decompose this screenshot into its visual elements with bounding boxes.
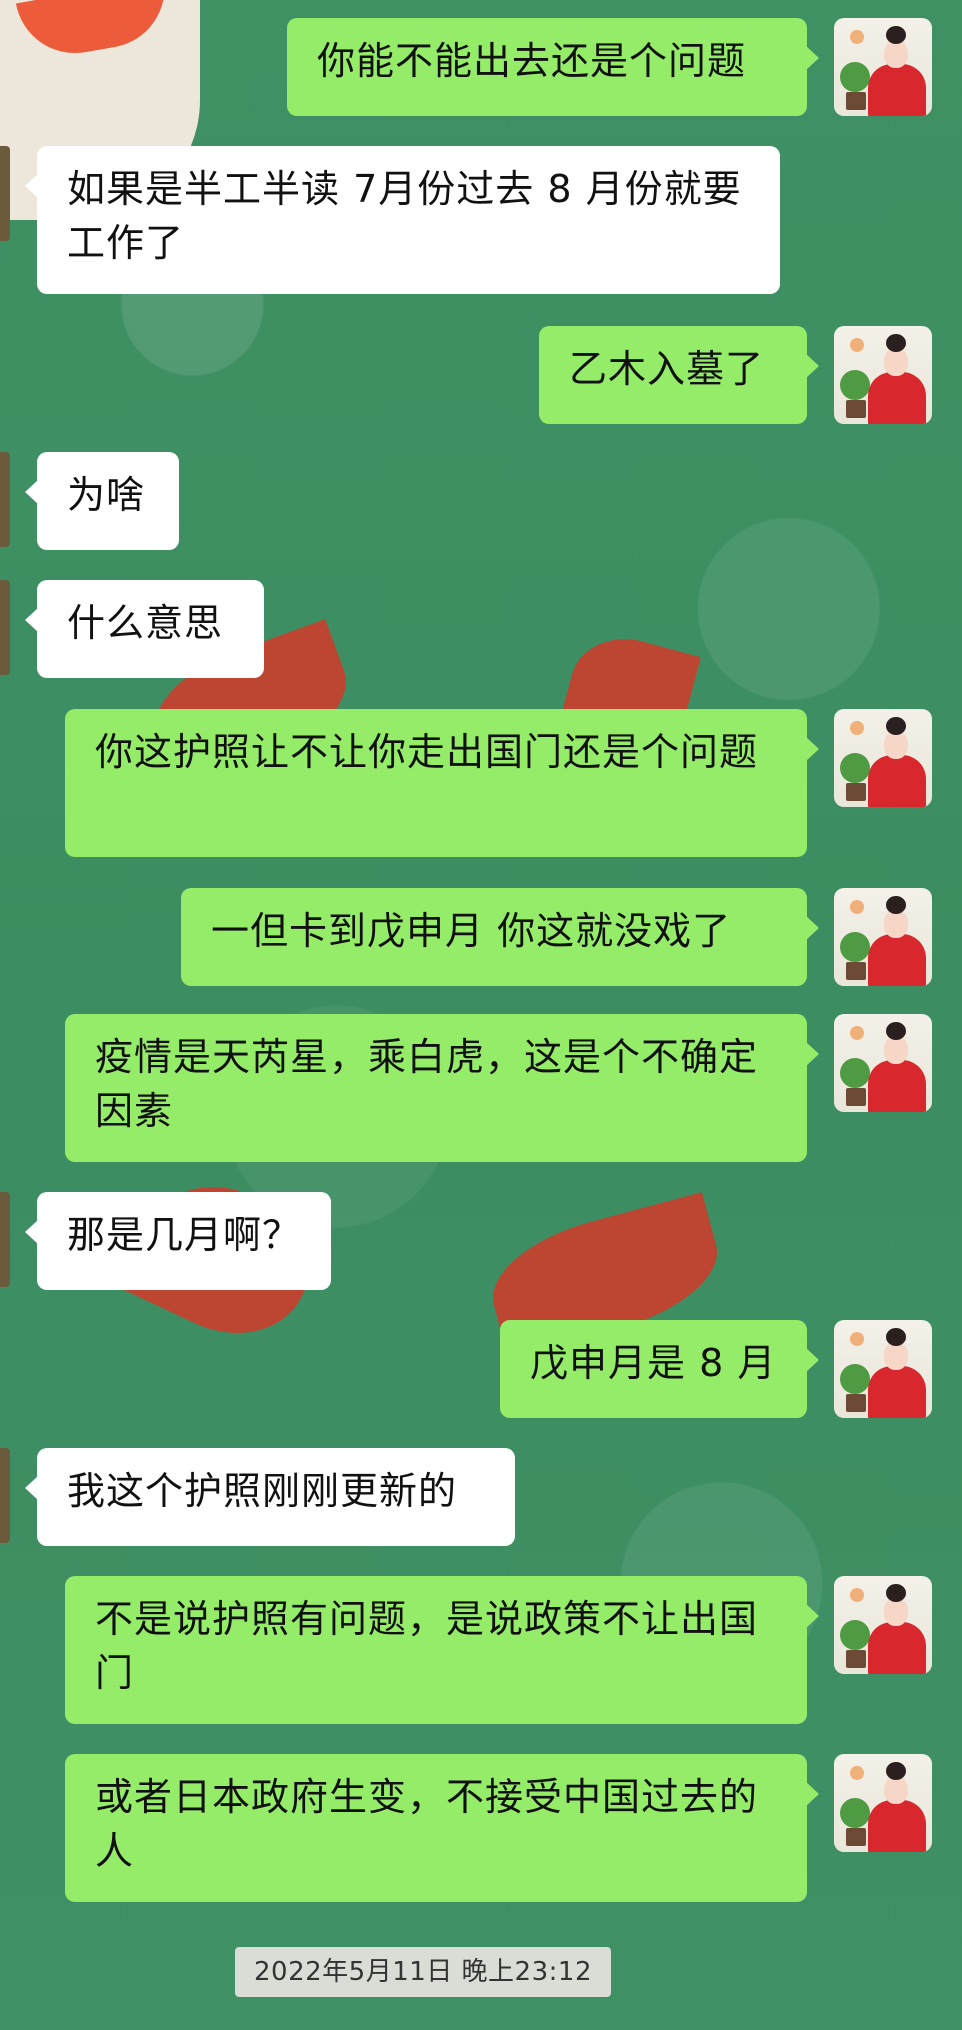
sent-message-bubble[interactable]: 戊申月是 8 月 [500,1320,819,1418]
sent-message-bubble[interactable]: 乙木入墓了 [539,326,819,424]
sender-avatar[interactable] [834,1014,932,1112]
received-message-bubble[interactable]: 那是几月啊？ [25,1192,331,1290]
received-message-bubble[interactable]: 如果是半工半读 7月份过去 8 月份就要工作了 [25,146,780,294]
sent-message-bubble[interactable]: 你能不能出去还是个问题 [287,18,819,116]
sender-avatar[interactable] [834,18,932,116]
sender-avatar[interactable] [834,1576,932,1674]
received-message-bubble[interactable]: 为啥 [25,452,179,550]
contact-avatar-edge[interactable] [0,1192,10,1287]
message-timestamp: 2022年5月11日 晚上23:12 [235,1947,611,1997]
sender-avatar[interactable] [834,709,932,807]
contact-avatar-edge[interactable] [0,146,10,241]
sender-avatar[interactable] [834,1754,932,1852]
sent-message-bubble[interactable]: 或者日本政府生变，不接受中国过去的人 [65,1754,819,1902]
sent-message-bubble[interactable]: 疫情是天芮星，乘白虎，这是个不确定因素 [65,1014,819,1162]
sent-message-bubble[interactable]: 你这护照让不让你走出国门还是个问题 [65,709,819,857]
contact-avatar-edge[interactable] [0,580,10,675]
sender-avatar[interactable] [834,1320,932,1418]
received-message-bubble[interactable]: 什么意思 [25,580,264,678]
sent-message-bubble[interactable]: 不是说护照有问题，是说政策不让出国门 [65,1576,819,1724]
contact-avatar-edge[interactable] [0,1448,10,1543]
sent-message-bubble[interactable]: 一但卡到戊申月 你这就没戏了 [181,888,819,986]
received-message-bubble[interactable]: 我这个护照刚刚更新的 [25,1448,515,1546]
sender-avatar[interactable] [834,888,932,986]
sender-avatar[interactable] [834,326,932,424]
contact-avatar-edge[interactable] [0,452,10,547]
